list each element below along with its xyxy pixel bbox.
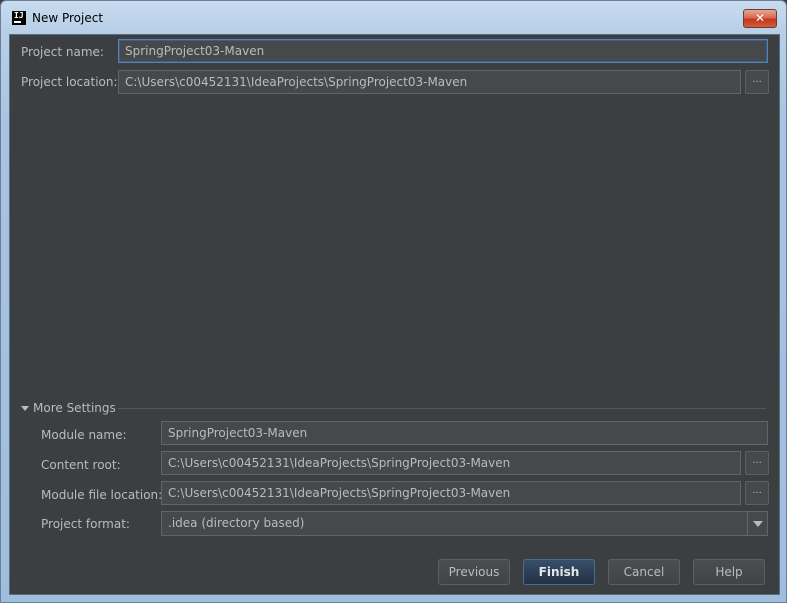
project-format-select[interactable]: .idea (directory based) bbox=[161, 511, 768, 536]
module-file-location-label: Module file location: bbox=[41, 488, 163, 502]
cancel-button[interactable]: Cancel bbox=[608, 559, 680, 585]
close-button[interactable]: ✕ bbox=[743, 9, 777, 28]
module-file-location-input[interactable]: C:\Users\c00452131\IdeaProjects\SpringPr… bbox=[161, 481, 741, 505]
window-title: New Project bbox=[32, 11, 104, 25]
title-bar[interactable]: IJ New Project ✕ bbox=[1, 1, 786, 35]
content-root-browse-button[interactable]: ... bbox=[745, 451, 769, 475]
close-icon: ✕ bbox=[754, 11, 766, 25]
project-format-value: .idea (directory based) bbox=[168, 516, 305, 530]
dropdown-arrow-icon[interactable] bbox=[747, 512, 767, 535]
collapse-arrow-icon[interactable] bbox=[21, 406, 29, 411]
help-button[interactable]: Help bbox=[693, 559, 765, 585]
previous-button[interactable]: Previous bbox=[438, 559, 510, 585]
module-name-label: Module name: bbox=[41, 428, 127, 442]
module-name-input[interactable]: SpringProject03-Maven bbox=[161, 421, 768, 445]
content-root-input[interactable]: C:\Users\c00452131\IdeaProjects\SpringPr… bbox=[161, 451, 741, 475]
project-format-label: Project format: bbox=[41, 517, 130, 531]
project-location-browse-button[interactable]: ... bbox=[745, 70, 769, 94]
finish-button[interactable]: Finish bbox=[523, 559, 595, 585]
module-file-location-browse-button[interactable]: ... bbox=[745, 481, 769, 505]
intellij-app-icon: IJ bbox=[12, 11, 26, 25]
project-location-input[interactable]: C:\Users\c00452131\IdeaProjects\SpringPr… bbox=[118, 70, 741, 94]
content-root-label: Content root: bbox=[41, 458, 121, 472]
section-divider bbox=[118, 408, 766, 409]
project-name-label: Project name: bbox=[21, 45, 104, 59]
dialog-content: Project name: SpringProject03-Maven Proj… bbox=[9, 34, 780, 595]
project-location-label: Project location: bbox=[21, 75, 118, 89]
dialog-window: IJ New Project ✕ Project name: SpringPro… bbox=[0, 0, 787, 603]
more-settings-toggle[interactable]: More Settings bbox=[33, 401, 116, 415]
project-name-input[interactable]: SpringProject03-Maven bbox=[118, 39, 768, 63]
